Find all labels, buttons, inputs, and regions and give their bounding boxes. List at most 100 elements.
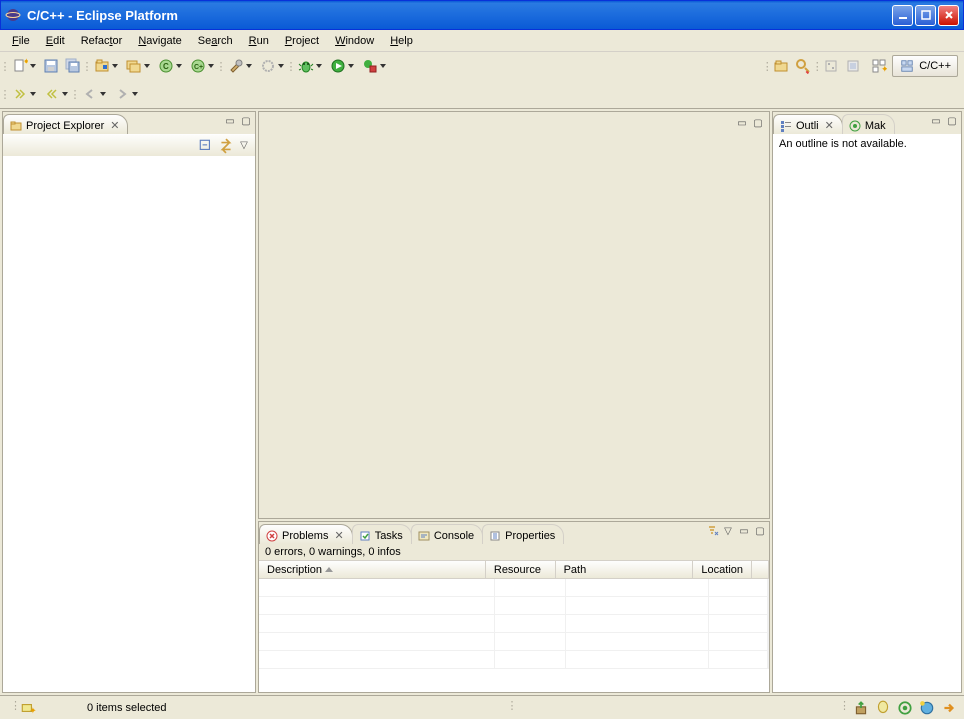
column-header-path[interactable]: Path [556,561,694,578]
problems-table-header: DescriptionResourcePathLocation [259,560,769,579]
external-tools-button[interactable] [358,55,390,77]
menu-edit[interactable]: Edit [38,32,73,50]
project-explorer-body[interactable] [3,156,255,692]
console-icon [418,530,430,542]
close-button[interactable] [938,5,959,26]
outline-body: An outline is not available. [773,134,961,692]
whats-new-button[interactable] [918,699,936,717]
tab-console[interactable]: Console [411,524,483,544]
tab-properties[interactable]: Properties [482,524,564,544]
save-button[interactable] [40,55,62,77]
new-cpp-class-button[interactable]: C+ [186,55,218,77]
tip-of-day-button[interactable]: < rect x="5" y="10" width="4" height="3"… [874,699,892,717]
prev-annotation-button[interactable] [40,83,72,105]
eclipse-app-icon [5,7,21,23]
tab-label: Mak [865,120,886,132]
tab-label: Project Explorer [26,120,104,132]
project-explorer-tab[interactable]: Project Explorer ✕ [3,114,128,134]
editor-area[interactable]: ▭ ▢ [258,111,770,519]
minimize-button[interactable] [892,5,913,26]
statusbar-grip[interactable]: ⋮ [10,699,15,717]
column-header-location[interactable]: Location [693,561,752,578]
menu-project[interactable]: Project [277,32,327,50]
perspective-label: C/C++ [919,60,951,72]
samples-button[interactable] [896,699,914,717]
run-button[interactable] [326,55,358,77]
updates-available-button[interactable] [852,699,870,717]
tab-label: Outli [796,120,819,132]
table-row[interactable] [259,651,769,669]
make-targets-tab[interactable]: Mak [842,114,895,134]
minimize-editor-button[interactable]: ▭ [735,116,749,130]
link-with-editor-button[interactable] [217,137,235,155]
properties-icon [489,530,501,542]
open-element-button[interactable] [256,55,288,77]
new-button[interactable]: ✦ [8,55,40,77]
toolbar: ⋮ ✦ ⋮ C C+ ⋮ ⋮ ⋮ ⋮ ✦ C/C++ ⋮ [0,52,964,109]
outline-tab[interactable]: Outli ✕ [773,114,843,134]
open-task-button[interactable] [770,55,792,77]
svg-text:✦: ✦ [29,705,36,715]
maximize-editor-button[interactable]: ▢ [751,116,765,130]
open-perspective-button[interactable]: ✦ [868,55,890,77]
window-title: C/C++ - Eclipse Platform [27,8,892,23]
menu-window[interactable]: Window [327,32,382,50]
problems-icon [266,530,278,542]
forward-button[interactable] [110,83,142,105]
minimize-view-button[interactable]: ▭ [223,114,237,128]
filter-button[interactable] [705,524,719,538]
view-menu-button[interactable]: ▽ [237,139,251,153]
table-row[interactable] [259,615,769,633]
column-header-description[interactable]: Description [259,561,486,578]
column-header-resource[interactable]: Resource [486,561,556,578]
view-menu-button[interactable]: ▽ [721,524,735,538]
menubar: FileEditRefactorNavigateSearchRunProject… [0,30,964,52]
maximize-view-button[interactable]: ▢ [945,114,959,128]
minimize-view-button[interactable]: ▭ [929,114,943,128]
minimize-view-button[interactable]: ▭ [737,524,751,538]
statusbar-grip[interactable]: ⋮ [839,699,844,717]
toggle-block-selection-button[interactable] [842,55,864,77]
close-icon[interactable]: ✕ [334,529,343,542]
build-all-button[interactable] [122,55,154,77]
statusbar: ⋮ ✦ 0 items selected ⋮ ⋮ < rect x="5" y=… [0,695,964,719]
build-project-button[interactable] [90,55,122,77]
maximize-view-button[interactable]: ▢ [753,524,767,538]
menu-refactor[interactable]: Refactor [73,32,131,50]
target-icon [849,120,861,132]
menu-help[interactable]: Help [382,32,421,50]
titlebar: C/C++ - Eclipse Platform [0,0,964,30]
main-workspace: Project Explorer ✕ ▭ ▢ ▽ ▭ ▢ [0,109,964,695]
new-c-class-button[interactable]: C [154,55,186,77]
close-icon[interactable]: ✕ [825,119,834,132]
collapse-all-button[interactable] [197,137,215,155]
menu-run[interactable]: Run [241,32,277,50]
tab-problems[interactable]: Problems✕ [259,524,353,544]
menu-file[interactable]: File [4,32,38,50]
build-config-button[interactable] [224,55,256,77]
back-button[interactable] [78,83,110,105]
go-to-workbench-button[interactable] [940,699,958,717]
svg-text:C: C [163,62,169,71]
fast-view-button[interactable]: ✦ [19,699,37,717]
svg-text:✦: ✦ [881,64,887,74]
close-icon[interactable]: ✕ [110,119,119,132]
perspective-cpp-button[interactable]: C/C++ [892,55,958,77]
toggle-mark-occurrences-button[interactable] [820,55,842,77]
menu-search[interactable]: Search [190,32,241,50]
table-row[interactable] [259,597,769,615]
problems-table-body[interactable] [259,579,769,669]
maximize-view-button[interactable]: ▢ [239,114,253,128]
maximize-button[interactable] [915,5,936,26]
debug-button[interactable] [294,55,326,77]
tab-tasks[interactable]: Tasks [352,524,412,544]
table-row[interactable] [259,633,769,651]
problems-summary: 0 errors, 0 warnings, 0 infos [259,544,769,560]
menu-navigate[interactable]: Navigate [130,32,189,50]
statusbar-grip[interactable]: ⋮ [506,699,511,717]
outline-icon [780,120,792,132]
table-row[interactable] [259,579,769,597]
sort-ascending-icon [325,567,333,572]
next-annotation-button[interactable] [8,83,40,105]
problems-panel: Problems✕TasksConsoleProperties ▽ ▭ ▢ 0 … [258,521,770,693]
